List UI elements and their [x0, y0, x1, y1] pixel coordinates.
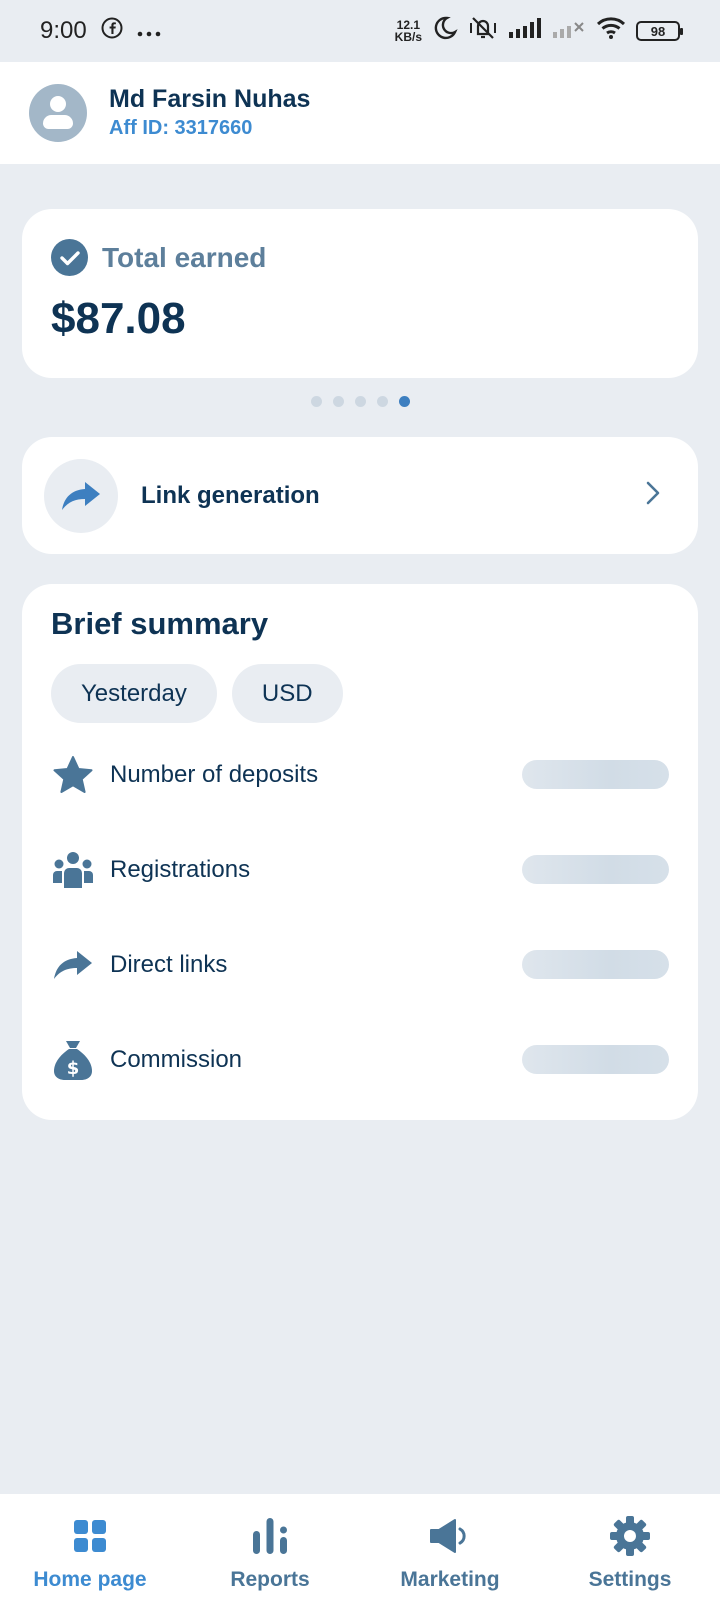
nav-label: Settings: [588, 1568, 672, 1591]
check-circle-icon: [51, 239, 88, 276]
battery-icon: 98: [636, 21, 683, 41]
signal-icon: [508, 17, 542, 46]
currency-filter-chip[interactable]: USD: [231, 664, 343, 723]
moon-icon: [432, 15, 458, 48]
nav-reports[interactable]: Reports: [180, 1516, 360, 1592]
share-arrow-icon: [44, 458, 118, 533]
nav-label: Home page: [33, 1568, 147, 1591]
metric-row-deposits: Number of deposits: [51, 727, 669, 822]
nav-home[interactable]: Home page: [0, 1516, 180, 1592]
signal-off-icon: [552, 17, 586, 46]
home-grid-icon: [73, 1516, 107, 1556]
svg-text:$: $: [67, 1058, 80, 1079]
status-time: 9:00: [40, 17, 87, 44]
link-generation-button[interactable]: Link generation: [22, 437, 698, 554]
carousel-dot[interactable]: [376, 396, 388, 407]
network-speed-unit: KB/s: [394, 30, 422, 44]
status-bar: 9:00 12.1 KB/s 98: [0, 0, 720, 62]
nav-settings[interactable]: Settings: [540, 1516, 720, 1592]
share-arrow-icon: [51, 943, 95, 987]
wifi-icon: [596, 16, 626, 47]
nav-label: Reports: [230, 1568, 310, 1591]
carousel-dot[interactable]: [332, 396, 344, 407]
more-icon: [137, 17, 161, 45]
metric-label: Registrations: [110, 855, 251, 883]
metric-label: Direct links: [110, 950, 228, 978]
metric-label: Number of deposits: [110, 760, 319, 788]
metric-label: Commission: [110, 1045, 243, 1073]
total-earned-value: $87.08: [51, 294, 186, 343]
star-icon: [51, 753, 95, 797]
gear-icon: [610, 1516, 650, 1556]
battery-level: 98: [650, 23, 666, 39]
money-bag-icon: $: [51, 1038, 95, 1082]
chevron-right-icon: [646, 481, 660, 510]
metric-row-commission: $ Commission: [51, 1012, 669, 1107]
profile-header: Md Farsin Nuhas Aff ID: 3317660: [0, 62, 720, 164]
loading-placeholder: [522, 1045, 669, 1074]
network-speed: 12.1 KB/s: [395, 19, 422, 43]
total-earned-label: Total earned: [102, 241, 267, 273]
nav-label: Marketing: [400, 1568, 500, 1591]
period-filter-chip[interactable]: Yesterday: [51, 664, 217, 723]
link-generation-label: Link generation: [141, 481, 320, 509]
bottom-navigation: Home page Reports Marketing Settings: [0, 1494, 720, 1600]
brief-summary-card: Brief summary Yesterday USD Number of de…: [22, 584, 698, 1120]
avatar[interactable]: [29, 84, 87, 142]
carousel-dot-active[interactable]: [398, 396, 410, 407]
loading-placeholder: [522, 950, 669, 979]
bar-chart-icon: [252, 1516, 288, 1556]
summary-title: Brief summary: [51, 606, 269, 641]
facebook-icon: [101, 17, 123, 46]
nav-marketing[interactable]: Marketing: [360, 1516, 540, 1592]
vibrate-off-icon: [468, 15, 498, 48]
users-icon: [51, 848, 95, 892]
metric-row-direct-links: Direct links: [51, 917, 669, 1012]
affiliate-id: Aff ID: 3317660: [109, 117, 253, 139]
loading-placeholder: [522, 855, 669, 884]
metric-row-registrations: Registrations: [51, 822, 669, 917]
user-name: Md Farsin Nuhas: [109, 85, 311, 113]
loading-placeholder: [522, 760, 669, 789]
megaphone-icon: [429, 1516, 471, 1556]
carousel-indicator: [0, 396, 720, 407]
carousel-dot[interactable]: [354, 396, 366, 407]
carousel-dot[interactable]: [310, 396, 322, 407]
total-earned-card[interactable]: Total earned $87.08: [22, 209, 698, 378]
